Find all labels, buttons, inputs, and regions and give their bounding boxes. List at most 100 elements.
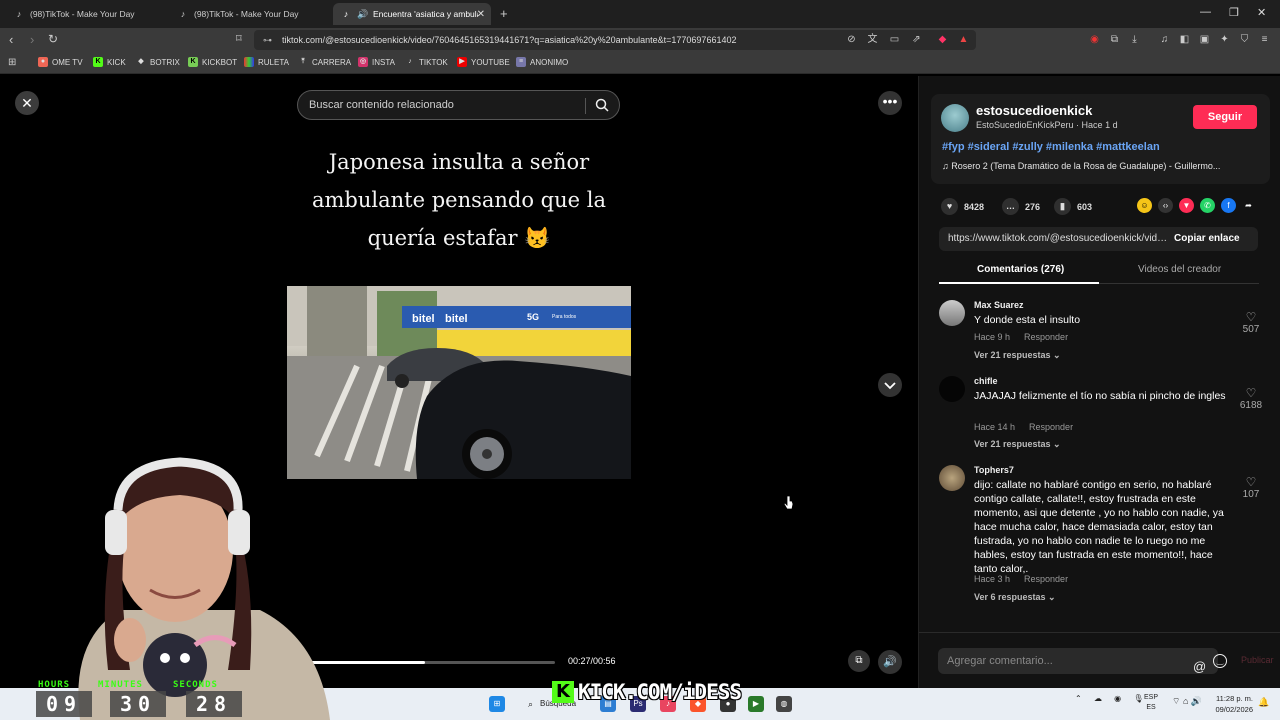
reply-button[interactable]: Responder — [1024, 574, 1068, 584]
comment-avatar[interactable] — [939, 300, 965, 326]
coin-icon[interactable]: ☺ — [1137, 198, 1152, 213]
embed-icon[interactable]: ‹› — [1158, 198, 1173, 213]
site-info-icon[interactable]: ⊶ — [263, 30, 272, 50]
view-replies-button[interactable]: Ver 21 respuestas ⌄ — [974, 439, 1061, 450]
download-icon[interactable]: ⤓ — [1128, 33, 1141, 46]
wifi-icon[interactable]: ⌔ ⌂ 🔊 — [1172, 696, 1202, 707]
tab-title: Encuentra 'asiatica y ambulan — [373, 9, 478, 19]
comment-username[interactable]: chifle — [974, 376, 998, 386]
reply-button[interactable]: Responder — [1024, 332, 1068, 342]
search-icon[interactable] — [594, 97, 610, 113]
apps-icon[interactable]: ⊞ — [8, 57, 16, 68]
bookmark-youtube[interactable]: ▶ YOUTUBE — [457, 57, 510, 67]
language-indicator[interactable]: ESP ES — [1144, 693, 1158, 713]
next-video-button[interactable] — [878, 373, 902, 397]
more-options-button[interactable]: ••• — [878, 91, 902, 115]
music-link[interactable]: ♫ Rosero 2 (Tema Dramático de la Rosa de… — [942, 161, 1242, 171]
brave-shield-icon[interactable]: ◆ — [936, 33, 949, 46]
author-name[interactable]: estosucedioenkick — [976, 103, 1092, 118]
comment-like[interactable]: ♡ 6188 — [1237, 386, 1265, 411]
comment-avatar[interactable] — [939, 376, 965, 402]
post-button[interactable]: Publicar — [1241, 655, 1274, 665]
bookmark-ruleta[interactable]: RULETA — [244, 57, 289, 67]
system-tray[interactable]: ⌃ ☁ ◉ 🎙 — [1075, 694, 1144, 703]
related-search-input[interactable]: Buscar contenido relacionado — [297, 90, 620, 120]
bookmark-icon[interactable]: ⌑ — [236, 32, 242, 45]
tab-creator-videos[interactable]: Videos del creador — [1138, 264, 1221, 275]
menu-icon[interactable]: ≡ — [1258, 33, 1271, 46]
view-replies-button[interactable]: Ver 6 respuestas ⌄ — [974, 592, 1056, 603]
browser-tab-active[interactable]: ♪ 🔊 Encuentra 'asiatica y ambulan ✕ — [333, 3, 491, 25]
reload-icon[interactable]: ↻ — [48, 32, 58, 46]
comment-username[interactable]: Max Suarez — [974, 300, 1024, 310]
bookmark-ometv[interactable]: ● OME TV — [38, 57, 83, 67]
minimize-icon[interactable]: — — [1200, 6, 1211, 18]
miniplayer-button[interactable]: ⧉ — [848, 650, 870, 672]
comment-avatar[interactable] — [939, 465, 965, 491]
whatsapp-icon[interactable]: ✆ — [1200, 198, 1215, 213]
author-avatar[interactable] — [941, 104, 969, 132]
forward-icon[interactable]: › — [30, 32, 34, 47]
bookmark-tiktok[interactable]: ♪ TIKTOK — [405, 57, 448, 67]
share-link-url[interactable]: https://www.tiktok.com/@estosucedioenkic… — [948, 233, 1168, 244]
back-icon[interactable]: ‹ — [9, 32, 13, 47]
start-icon[interactable]: ⊞ — [489, 696, 505, 712]
close-tab-icon[interactable]: ✕ — [477, 9, 485, 20]
video-progress-bar[interactable] — [305, 661, 555, 664]
bookmark-insta[interactable]: ◎ INSTA — [358, 57, 395, 67]
comment-text: JAJAJAJ felizmente el tío no sabía ni pi… — [974, 390, 1226, 402]
reply-button[interactable]: Responder — [1029, 422, 1073, 432]
volume-button[interactable]: 🔊 — [878, 650, 902, 674]
comment-placeholder: Agregar comentario... — [947, 655, 1053, 667]
send-icon[interactable]: ▼ — [1179, 198, 1194, 213]
emoji-icon[interactable]: ‿ — [1213, 654, 1227, 668]
tab-comments[interactable]: Comentarios (276) — [977, 264, 1064, 275]
comment-like[interactable]: ♡ 507 — [1237, 310, 1265, 335]
close-video-button[interactable]: ✕ — [15, 91, 39, 115]
notification-icon[interactable]: 🔔 — [1258, 697, 1269, 708]
vpn-icon[interactable]: ⛉ — [1238, 33, 1251, 46]
maximize-icon[interactable]: ❐ — [1229, 6, 1239, 19]
cast-icon[interactable]: ▭ — [888, 33, 901, 46]
bookmark-kickbot[interactable]: K KICKBOT — [188, 57, 237, 67]
share-icon[interactable]: ⇗ — [910, 33, 923, 46]
facebook-icon[interactable]: f — [1221, 198, 1236, 213]
bookmarks-bar: ⊞ ● OME TV K KICK ◆ BOTRIX K KICKBOT RULETA … — [0, 52, 1280, 74]
comment-username[interactable]: Tophers7 — [974, 465, 1014, 475]
translate-icon[interactable]: 文 — [866, 33, 879, 46]
chevron-up-icon[interactable]: ⌃ — [1075, 694, 1082, 703]
music-icon[interactable]: ♫ — [1158, 33, 1171, 46]
comment-input[interactable]: Agregar comentario... @ ‿ — [938, 648, 1227, 674]
taskbar-clock[interactable]: 11:28 p. m. 09/02/2026 — [1205, 693, 1253, 715]
close-window-icon[interactable]: ✕ — [1257, 6, 1266, 19]
copy-link-button[interactable]: Copiar enlace — [1174, 233, 1240, 244]
ometv-icon: ● — [38, 57, 48, 67]
browser-tab[interactable]: ♪ (98)TikTok - Make Your Day — [6, 3, 166, 25]
video-player[interactable]: Japonesa insulta a señor ambulante pensa… — [287, 129, 631, 688]
new-tab-button[interactable]: + — [500, 6, 508, 21]
hashtags[interactable]: #fyp #sideral #zully #milenka #mattkeela… — [942, 141, 1160, 153]
bookmark-carrera[interactable]: ⤒ CARRERA — [298, 57, 351, 67]
app-icon[interactable]: ▶ — [748, 696, 764, 712]
browser-tab[interactable]: ♪ (98)TikTok - Make Your Day — [170, 3, 330, 25]
bookmark-botrix[interactable]: ◆ BOTRIX — [136, 57, 179, 67]
comment-like[interactable]: ♡ 107 — [1237, 475, 1265, 500]
wallet-icon[interactable]: ▣ — [1198, 33, 1211, 46]
streaming-app-icon[interactable]: ◍ — [776, 696, 792, 712]
like-action[interactable]: ♥ 8428 — [941, 198, 984, 215]
rewards-icon[interactable]: ▲ — [957, 33, 970, 46]
comment-icon: … — [1002, 198, 1019, 215]
reader-icon[interactable]: ⊘ — [845, 33, 858, 46]
sidebar-icon[interactable]: ◧ — [1178, 33, 1191, 46]
follow-button[interactable]: Seguir — [1193, 105, 1257, 129]
bookmark-kick[interactable]: K KICK — [93, 57, 126, 67]
puzzle-icon[interactable]: ⧉ — [1108, 33, 1121, 46]
comment-action[interactable]: … 276 — [1002, 198, 1040, 215]
mention-icon[interactable]: @ — [1193, 654, 1206, 680]
view-replies-button[interactable]: Ver 21 respuestas ⌄ — [974, 350, 1061, 361]
share-arrow-icon[interactable]: ➦ — [1241, 198, 1256, 213]
extension-icon[interactable]: ◉ — [1088, 33, 1101, 46]
bookmark-anonimo[interactable]: ≡ ANONIMO — [516, 57, 568, 67]
save-action[interactable]: ▮ 603 — [1054, 198, 1092, 215]
ai-icon[interactable]: ✦ — [1218, 33, 1231, 46]
